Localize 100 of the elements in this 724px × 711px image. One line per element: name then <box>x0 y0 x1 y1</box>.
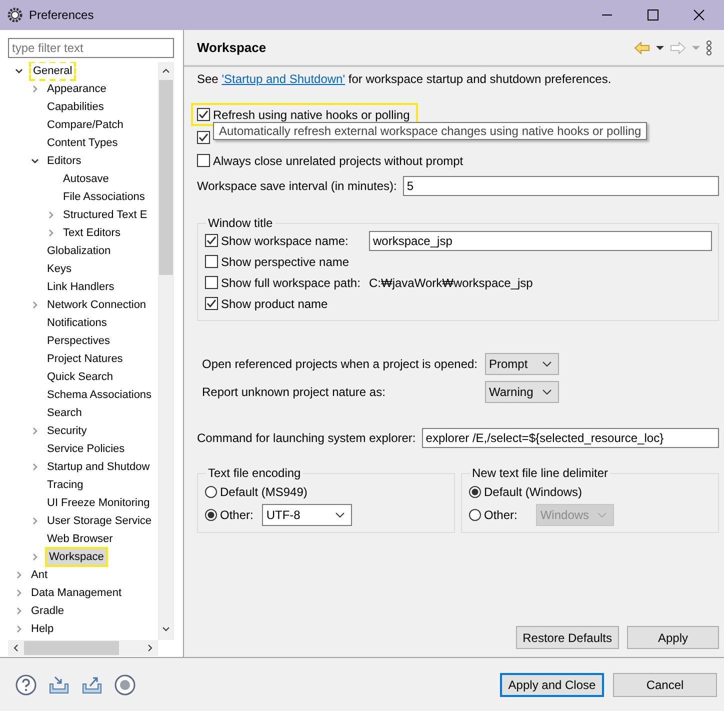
scroll-left-icon[interactable] <box>11 643 21 653</box>
tree-item[interactable]: Data Management <box>29 585 124 601</box>
tree-item[interactable]: Content Types <box>45 135 120 151</box>
tree-item[interactable]: Security <box>45 423 89 439</box>
scroll-down-icon[interactable] <box>161 624 171 634</box>
group-title: New text file line delimiter <box>471 466 610 480</box>
field-label: Open referenced projects when a project is opened: <box>202 357 479 371</box>
tree-item[interactable]: Appearance <box>45 81 108 97</box>
chevron-down-icon <box>597 512 608 518</box>
chevron-right-icon[interactable] <box>46 228 56 238</box>
chevron-right-icon[interactable] <box>30 552 40 562</box>
help-icon[interactable] <box>15 674 37 696</box>
import-icon[interactable] <box>48 674 70 696</box>
dialog-button[interactable]: Cancel <box>613 672 717 696</box>
input-field[interactable]: 5 <box>402 176 719 196</box>
tree-item[interactable]: Startup and Shutdow <box>45 459 152 475</box>
chevron-down-icon[interactable] <box>30 156 40 166</box>
option-label: Show product name <box>221 296 329 310</box>
tree-item[interactable]: Notifications <box>45 315 109 331</box>
tree-item[interactable]: Workspace <box>45 547 108 567</box>
option-label: Show perspective name <box>221 254 350 268</box>
chevron-right-icon[interactable] <box>14 606 24 616</box>
chevron-right-icon[interactable] <box>14 588 24 598</box>
startup-link[interactable]: 'Startup and Shutdown' <box>222 72 346 86</box>
option-label: Refresh using native hooks or polling <box>213 108 410 122</box>
checkbox[interactable] <box>197 131 210 144</box>
dropdown-icon[interactable] <box>656 44 664 50</box>
tree-item[interactable]: Capabilities <box>45 99 106 115</box>
tree-item[interactable]: Autosave <box>61 171 111 187</box>
checkbox[interactable] <box>205 255 218 268</box>
tree-item[interactable]: Text Editors <box>61 225 122 241</box>
tree-item[interactable]: Editors <box>45 153 84 169</box>
chevron-down-icon <box>542 389 552 395</box>
checkbox[interactable] <box>197 108 210 121</box>
horizontal-scrollbar[interactable] <box>8 640 158 656</box>
tree-item[interactable]: Globalization <box>45 243 113 259</box>
tree-item[interactable]: Compare/Patch <box>45 117 126 133</box>
tree-item[interactable]: Service Policies <box>45 441 127 457</box>
tree-item[interactable]: Structured Text E <box>61 207 150 223</box>
tree-item[interactable]: Quick Search <box>45 369 116 385</box>
chevron-down-icon <box>335 512 346 518</box>
chevron-right-icon[interactable] <box>46 210 56 220</box>
option-label: Default (MS949) <box>220 484 308 498</box>
option-label: Other: <box>220 508 254 522</box>
scroll-right-icon[interactable] <box>145 643 155 653</box>
dropdown[interactable]: Warning <box>485 381 559 403</box>
chevron-right-icon[interactable] <box>14 624 24 634</box>
chevron-down-icon <box>542 361 552 367</box>
record-icon[interactable] <box>114 674 136 696</box>
tree-item[interactable]: Schema Associations <box>45 387 154 403</box>
option-label: Default (Windows) <box>484 484 582 498</box>
field-label: Report unknown project nature as: <box>202 385 386 399</box>
maximize-icon[interactable] <box>647 9 659 21</box>
radio-button[interactable] <box>469 486 481 498</box>
more-icon[interactable] <box>706 40 712 56</box>
tree-item[interactable]: Network Connection <box>45 297 148 313</box>
checkbox[interactable] <box>205 297 218 310</box>
field-label: Command for launching system explorer: <box>197 431 416 445</box>
tree-item[interactable]: Search <box>45 405 84 421</box>
chevron-right-icon[interactable] <box>30 462 40 472</box>
input-field[interactable]: explorer /E,/select=${selected_resource_loc} <box>422 428 719 448</box>
tree-item[interactable]: Tracing <box>45 477 86 493</box>
tree-item[interactable]: Ant <box>29 567 50 583</box>
checkbox[interactable] <box>205 276 218 289</box>
option-label: Show workspace name: <box>221 234 350 248</box>
tree-item[interactable]: Gradle <box>29 603 66 619</box>
path-text: C:₩javaWork₩workspace_jsp <box>369 276 533 290</box>
filter-field[interactable]: type filter text <box>8 38 174 58</box>
chevron-down-icon[interactable] <box>14 66 24 76</box>
tree-item[interactable]: Link Handlers <box>45 279 116 295</box>
dropdown[interactable]: UTF-8 <box>262 504 352 526</box>
gear-icon <box>7 7 23 23</box>
field-label: Workspace save interval (in minutes): <box>197 179 397 193</box>
chevron-right-icon[interactable] <box>30 426 40 436</box>
radio-button[interactable] <box>205 508 217 520</box>
checkbox[interactable] <box>205 234 218 247</box>
tree-item[interactable]: Help <box>29 621 56 637</box>
page-button[interactable]: Apply <box>627 626 719 649</box>
dialog-button[interactable]: Apply and Close <box>500 672 604 696</box>
vertical-scrollbar[interactable] <box>158 62 174 640</box>
close-icon[interactable] <box>693 9 705 21</box>
tree-item[interactable]: Web Browser <box>45 531 115 547</box>
dropdown[interactable]: Prompt <box>485 353 559 375</box>
input-field[interactable]: workspace_jsp <box>369 230 712 250</box>
chevron-right-icon[interactable] <box>30 516 40 526</box>
radio-button[interactable] <box>205 486 217 498</box>
checkbox[interactable] <box>197 154 210 167</box>
chevron-right-icon[interactable] <box>14 570 24 580</box>
page-button[interactable]: Restore Defaults <box>516 626 619 649</box>
tree-item[interactable]: Project Natures <box>45 351 125 367</box>
tree-item[interactable]: Keys <box>45 261 74 277</box>
tree-item[interactable]: User Storage Service <box>45 513 154 529</box>
tree-item[interactable]: Perspectives <box>45 333 112 349</box>
chevron-right-icon[interactable] <box>30 84 40 94</box>
intro-text: See 'Startup and Shutdown' for workspace startup and shutdown preferences. <box>197 72 612 86</box>
tree-item[interactable]: File Associations <box>61 189 147 205</box>
tree-item[interactable]: General <box>29 62 76 81</box>
option-label: Show full workspace path: <box>221 276 362 290</box>
chevron-right-icon[interactable] <box>30 300 40 310</box>
tree-item[interactable]: UI Freeze Monitoring <box>45 495 152 511</box>
